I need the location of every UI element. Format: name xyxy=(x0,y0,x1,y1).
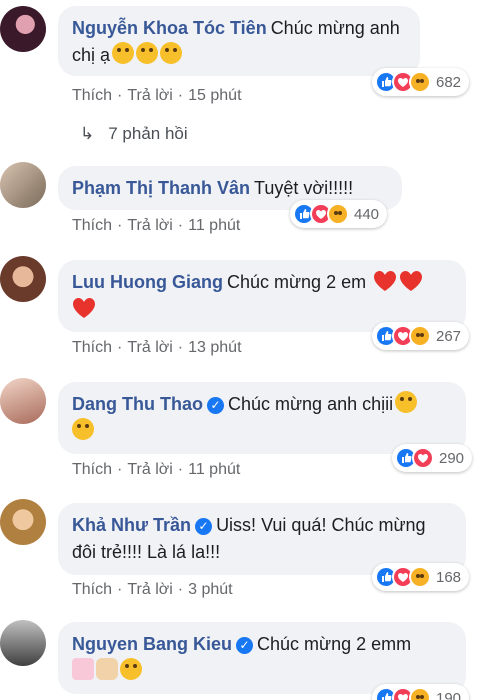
comment-actions: Thích · Trả lời · 11 phút xyxy=(72,217,241,234)
smiling-hearts-emoji-icon xyxy=(120,658,142,680)
like-link[interactable]: Thích xyxy=(72,217,112,234)
avatar[interactable] xyxy=(0,6,46,52)
reaction-count: 440 xyxy=(354,205,380,223)
comment-text: Chúc mừng anh chịii xyxy=(227,394,394,414)
avatar[interactable] xyxy=(0,620,46,666)
verified-badge-icon: ✓ xyxy=(206,397,224,414)
reply-link[interactable]: Trả lời xyxy=(127,581,172,598)
cherry-blossom-emoji-icon xyxy=(72,658,94,680)
comment-actions: Thích · Trả lời · 13 phút xyxy=(72,339,242,356)
avatar[interactable] xyxy=(0,256,46,302)
like-link[interactable]: Thích xyxy=(72,581,112,598)
reaction-summary[interactable]: 190 xyxy=(372,684,470,700)
heart-eyes-emoji-icon xyxy=(395,391,418,413)
haha-reaction-icon xyxy=(409,566,431,588)
reaction-count: 168 xyxy=(436,568,462,586)
reply-link[interactable]: Trả lời xyxy=(127,461,172,478)
reply-link[interactable]: Trả lời xyxy=(127,87,172,104)
comment-text-line2: chị ạ xyxy=(72,45,111,65)
timestamp: 11 phút xyxy=(188,217,241,234)
reaction-count: 682 xyxy=(436,73,462,91)
commenter-name[interactable]: Luu Huong Giang xyxy=(72,272,223,292)
timestamp: 3 phút xyxy=(188,581,233,598)
comment-actions: Thích · Trả lời · 15 phút xyxy=(72,87,242,104)
reaction-summary[interactable]: 440 xyxy=(290,200,388,228)
smiling-hearts-emoji-icon xyxy=(112,42,135,64)
commenter-name[interactable]: Phạm Thị Thanh Vân xyxy=(72,178,250,198)
timestamp: 15 phút xyxy=(188,87,242,104)
timestamp: 13 phút xyxy=(188,339,242,356)
reaction-summary[interactable]: 267 xyxy=(372,322,470,350)
comment-text: Chúc mừng anh xyxy=(270,18,400,38)
reaction-summary[interactable]: 168 xyxy=(372,563,470,591)
reaction-summary[interactable]: 290 xyxy=(392,444,473,472)
reply-link[interactable]: Trả lời xyxy=(127,339,172,356)
reaction-count: 190 xyxy=(436,689,462,700)
like-link[interactable]: Thích xyxy=(72,87,112,104)
comment-text-line2: đôi trẻ!!!! Là lá la!!! xyxy=(72,542,221,562)
thumbs-up-emoji-icon xyxy=(96,658,118,680)
commenter-name[interactable]: Nguyễn Khoa Tóc Tiên xyxy=(72,18,267,38)
view-replies[interactable]: ↳ 7 phản hồi xyxy=(80,124,188,144)
reply-link[interactable]: Trả lời xyxy=(127,217,172,234)
avatar[interactable] xyxy=(0,378,46,424)
smiling-hearts-emoji-icon xyxy=(136,42,159,64)
haha-reaction-icon xyxy=(327,203,349,225)
verified-badge-icon: ✓ xyxy=(195,518,213,535)
red-heart-emoji-icon xyxy=(73,298,95,318)
reaction-summary[interactable]: 682 xyxy=(372,68,470,96)
reaction-count: 267 xyxy=(436,327,462,345)
comment-text: Tuyệt vời!!!!! xyxy=(254,178,354,198)
replies-count-label: 7 phản hồi xyxy=(108,124,188,143)
love-reaction-icon xyxy=(412,447,434,469)
heart-eyes-emoji-icon xyxy=(72,418,94,440)
red-heart-emoji-icon xyxy=(374,271,397,291)
comment-actions: Thích · Trả lời · 11 phút xyxy=(72,461,241,478)
commenter-name[interactable]: Dang Thu Thao xyxy=(72,394,203,414)
comment-bubble: Nguyễn Khoa Tóc Tiên Chúc mừng anh chị ạ xyxy=(58,6,420,76)
commenter-name[interactable]: Nguyen Bang Kieu xyxy=(72,634,232,654)
like-link[interactable]: Thích xyxy=(72,339,112,356)
reaction-count: 290 xyxy=(439,449,465,467)
avatar[interactable] xyxy=(0,162,46,208)
haha-reaction-icon xyxy=(409,71,431,93)
comment-text: Chúc mừng 2 emm xyxy=(257,634,412,654)
commenter-name[interactable]: Khả Như Trần xyxy=(72,515,191,535)
smiling-hearts-emoji-icon xyxy=(160,42,183,64)
reply-arrow-icon: ↳ xyxy=(80,124,95,143)
comment-actions: Thích · Trả lời · 3 phút xyxy=(72,581,233,598)
verified-badge-icon: ✓ xyxy=(236,637,254,654)
avatar[interactable] xyxy=(0,499,46,545)
like-link[interactable]: Thích xyxy=(72,461,112,478)
haha-reaction-icon xyxy=(409,325,431,347)
comment-text: Uiss! Vui quá! Chúc mừng xyxy=(216,515,426,535)
timestamp: 11 phút xyxy=(188,461,241,478)
haha-reaction-icon xyxy=(409,687,431,700)
comment-text: Chúc mừng 2 em xyxy=(226,272,367,292)
red-heart-emoji-icon xyxy=(400,271,423,291)
